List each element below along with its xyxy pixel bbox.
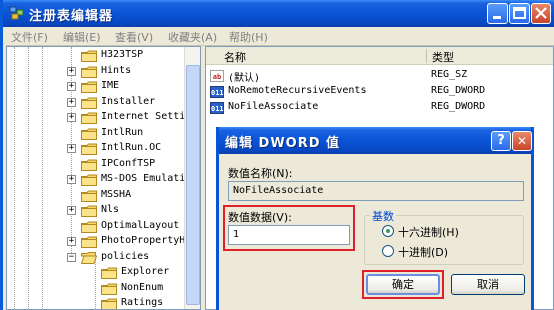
value-name-label: 数值名称(N):	[228, 167, 293, 180]
value-name: NoFileAssociate	[228, 101, 319, 112]
ok-button[interactable]: 确定	[366, 274, 440, 295]
value-name: (默认)	[228, 73, 261, 84]
tree-item-label: Ratings	[121, 297, 164, 308]
base-group-label: 基数	[370, 208, 396, 224]
string-value-icon: ab	[210, 70, 224, 82]
key-tree-pane[interactable]: H323TSP + Hints + IME + Installer + Internet Set…	[6, 46, 201, 310]
column-header-type[interactable]: 类型	[432, 49, 454, 65]
cancel-button[interactable]: 取消	[451, 274, 525, 295]
tree-item-label: Hints	[101, 64, 132, 76]
expand-icon[interactable]: +	[67, 237, 76, 246]
hex-label[interactable]: 十六进制(H)	[398, 224, 459, 240]
collapse-icon[interactable]: −	[67, 252, 76, 262]
folder-icon	[81, 81, 97, 93]
tree-item-label: Internet Setti	[101, 111, 186, 122]
expand-icon[interactable]: +	[67, 66, 76, 76]
dword-value-icon: 011	[210, 102, 224, 114]
maximize-button[interactable]	[509, 3, 530, 24]
tree-item-label: NonEnum	[121, 281, 164, 293]
tree-item-label: IME	[101, 80, 120, 91]
maximize-icon	[513, 7, 526, 19]
list-header: 名称 类型	[206, 47, 553, 65]
tree-item-label: MS-DOS Emulati	[101, 173, 186, 184]
value-data-label: 数值数据(V):	[228, 211, 292, 224]
menu-bar: 文件(F) 编辑(E) 查看(V) 收藏夹(A) 帮助(H)	[6, 27, 554, 46]
tree-line	[14, 47, 15, 309]
menu-file[interactable]: 文件(F)	[11, 29, 48, 45]
dialog-title: 编辑 DWORD 值	[225, 136, 341, 151]
expand-icon[interactable]: +	[67, 82, 76, 91]
value-type: REG_DWORD	[431, 85, 486, 96]
tree-scrollbar[interactable]	[184, 47, 200, 309]
expand-icon[interactable]: +	[67, 206, 76, 215]
menu-view[interactable]: 查看(V)	[115, 29, 153, 45]
column-divider[interactable]	[426, 49, 427, 63]
tree-item-label: MSSHA	[101, 188, 132, 200]
value-row[interactable]: 011 NoRemoteRecursiveEvents REG_DWORD	[210, 85, 550, 99]
folder-icon	[81, 66, 97, 78]
value-name: NoRemoteRecursiveEvents	[228, 85, 367, 96]
tree-item-label: IntlRun	[101, 126, 144, 138]
value-data-input[interactable]: 1	[228, 225, 350, 245]
registry-editor-window: 注册表编辑器 文件(F) 编辑(E) 查看(V) 收藏夹(A) 帮助(H) H3…	[0, 0, 554, 310]
tree-item-label: Installer	[101, 95, 156, 107]
tree-item-label: OptimalLayout	[101, 219, 180, 231]
folder-icon	[81, 205, 97, 217]
tree-item-label: IntlRun.OC	[101, 142, 162, 153]
tree-item-label: Nls	[101, 204, 120, 215]
dialog-title-bar[interactable]: 编辑 DWORD 值 ? ✕	[219, 127, 532, 154]
tree-scroll-thumb[interactable]	[186, 65, 200, 305]
value-type: REG_DWORD	[431, 101, 486, 112]
tree-item-label: H323TSP	[101, 49, 144, 60]
menu-help[interactable]: 帮助(H)	[229, 29, 268, 45]
tree-item-label: PhotoPropertyH	[101, 235, 186, 246]
title-bar[interactable]: 注册表编辑器	[3, 0, 554, 27]
expand-icon[interactable]: +	[67, 97, 76, 107]
dialog-help-button[interactable]: ?	[491, 131, 511, 151]
folder-icon	[81, 128, 97, 140]
minimize-icon	[493, 16, 501, 19]
dialog-close-button[interactable]: ✕	[512, 131, 532, 151]
folder-icon	[81, 50, 97, 62]
close-icon	[535, 7, 547, 19]
column-header-name[interactable]: 名称	[224, 49, 246, 65]
folder-icon	[101, 298, 117, 309]
close-button[interactable]	[531, 3, 551, 24]
menu-favorites[interactable]: 收藏夹(A)	[168, 29, 217, 45]
folder-icon	[81, 221, 97, 233]
value-type: REG_SZ	[431, 69, 468, 80]
expand-icon[interactable]: +	[67, 175, 76, 184]
folder-icon	[101, 267, 117, 279]
menu-edit[interactable]: 编辑(E)	[63, 29, 101, 45]
value-name-field[interactable]: NoFileAssociate	[228, 181, 524, 201]
folder-icon	[81, 190, 97, 202]
minimize-button[interactable]	[487, 3, 508, 24]
dword-value-icon: 011	[210, 86, 224, 98]
folder-icon	[81, 174, 97, 186]
tree-item-label: Explorer	[121, 266, 170, 277]
window-title: 注册表编辑器	[29, 9, 114, 24]
folder-icon	[81, 112, 97, 124]
edit-dword-dialog: 编辑 DWORD 值 ? ✕ 数值名称(N): NoFileAssociate …	[216, 127, 534, 310]
open-folder-icon	[81, 251, 97, 264]
expand-icon[interactable]: +	[67, 144, 76, 153]
tree-line	[28, 47, 29, 309]
tree-item-label: policies	[101, 250, 150, 262]
dec-label[interactable]: 十进制(D)	[398, 244, 448, 260]
registry-app-icon	[9, 6, 24, 20]
folder-icon	[101, 283, 117, 295]
folder-icon	[81, 143, 97, 155]
value-row[interactable]: ab (默认) REG_SZ	[210, 69, 550, 84]
dec-radio[interactable]	[382, 245, 394, 257]
tree-item-label: IPConfTSP	[101, 157, 156, 169]
folder-icon	[81, 236, 97, 248]
tree-line	[42, 47, 43, 309]
expand-icon[interactable]: +	[67, 113, 76, 122]
tree-line	[95, 257, 96, 309]
folder-icon	[81, 159, 97, 171]
hex-radio[interactable]	[382, 225, 394, 237]
folder-icon	[81, 97, 97, 109]
value-row[interactable]: 011 NoFileAssociate REG_DWORD	[210, 101, 550, 115]
